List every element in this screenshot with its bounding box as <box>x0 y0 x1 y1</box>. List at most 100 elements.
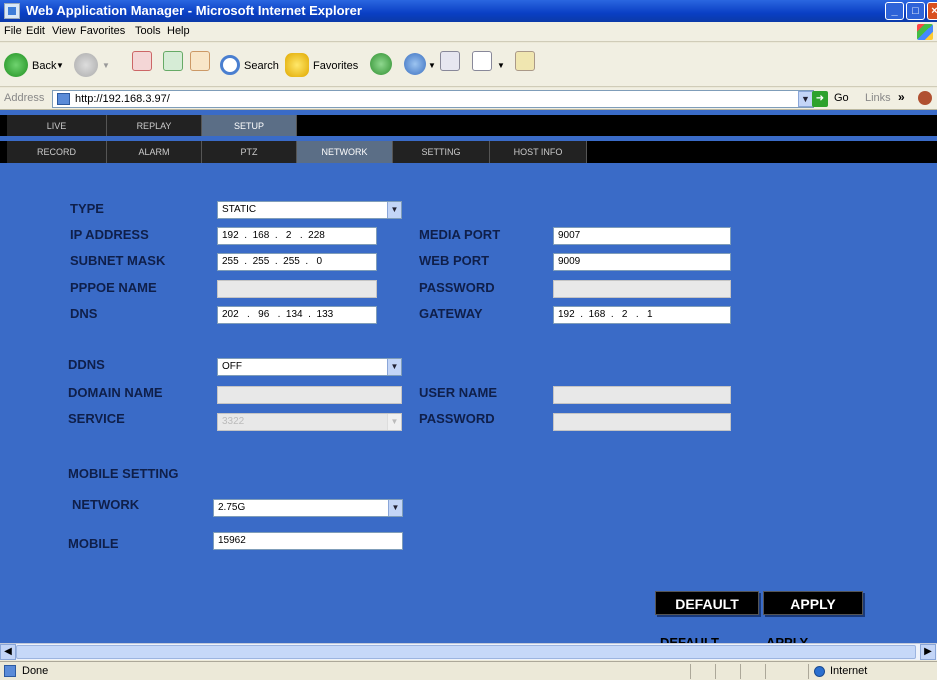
address-label: Address <box>4 92 45 104</box>
menu-tools[interactable]: Tools <box>135 25 161 37</box>
address-input[interactable]: http://192.168.3.97/ ▼ <box>52 90 814 108</box>
pppoe-name-input[interactable] <box>217 280 377 298</box>
tab-setting[interactable]: SETTING <box>393 141 490 163</box>
favorites-button[interactable]: Favorites <box>285 49 375 79</box>
address-url: http://192.168.3.97/ <box>75 93 170 105</box>
tab-alarm[interactable]: ALARM <box>107 141 202 163</box>
status-text: Done <box>22 665 49 677</box>
tab-network[interactable]: NETWORK <box>297 141 393 163</box>
mobile-input[interactable]: 15962 <box>213 532 403 550</box>
status-divider <box>690 664 691 679</box>
mobile-network-label: NETWORK <box>72 497 140 512</box>
type-label: TYPE <box>70 201 104 216</box>
print-icon[interactable] <box>440 51 460 71</box>
user-name-label: USER NAME <box>419 385 498 400</box>
mail-icon[interactable] <box>404 53 426 75</box>
edit-dropdown-icon[interactable]: ▼ <box>497 61 505 70</box>
scroll-left-icon[interactable]: ◀ <box>0 644 16 660</box>
home-icon[interactable] <box>190 51 210 71</box>
service-select[interactable]: 3322 ▼ <box>217 413 402 431</box>
apply-button[interactable]: APPLY <box>763 591 863 615</box>
back-button[interactable]: Back ▼ <box>4 49 68 79</box>
default-button[interactable]: DEFAULT <box>655 591 759 615</box>
stop-icon[interactable] <box>132 51 152 71</box>
subnet-mask-label: SUBNET MASK <box>70 253 166 268</box>
ddns-password-input[interactable] <box>553 413 731 431</box>
mobile-label: MOBILE <box>68 536 119 551</box>
dns-input[interactable]: 202 . 96 . 134 . 133 <box>217 306 377 324</box>
status-bar: Done Internet <box>0 661 937 680</box>
scroll-thumb[interactable] <box>16 645 916 659</box>
search-button[interactable]: Search <box>220 49 279 79</box>
window-title: Web Application Manager - Microsoft Inte… <box>26 3 362 18</box>
edit-icon[interactable] <box>472 51 492 71</box>
close-button[interactable]: × <box>927 2 937 20</box>
mobile-setting-heading: MOBILE SETTING <box>68 466 179 481</box>
default-shadow-text: DEFAULT <box>660 635 719 643</box>
user-name-input[interactable] <box>553 386 731 404</box>
password-label: PASSWORD <box>419 280 495 295</box>
sub-nav: RECORD ALARM PTZ NETWORK SETTING HOST IN… <box>0 141 937 163</box>
menu-view[interactable]: View <box>52 25 76 37</box>
messenger-icon[interactable] <box>515 51 535 71</box>
subnet-mask-input[interactable]: 255 . 255 . 255 . 0 <box>217 253 377 271</box>
tab-host-info[interactable]: HOST INFO <box>490 141 587 163</box>
minimize-button[interactable]: _ <box>885 2 904 20</box>
menu-edit[interactable]: Edit <box>26 25 45 37</box>
go-arrow-icon[interactable]: ➜ <box>812 91 828 107</box>
status-divider <box>808 664 809 679</box>
internet-globe-icon <box>814 666 825 677</box>
tab-live[interactable]: LIVE <box>7 115 107 136</box>
ip-address-input[interactable]: 192 . 168 . 2 . 228 <box>217 227 377 245</box>
app-icon <box>4 3 20 19</box>
mobile-network-select[interactable]: 2.75G ▼ <box>213 499 403 517</box>
mail-dropdown-icon[interactable]: ▼ <box>428 61 436 70</box>
apply-shadow-text: APPLY <box>766 635 809 643</box>
tab-replay[interactable]: REPLAY <box>107 115 202 136</box>
toolbar-extra-icon[interactable] <box>918 91 932 105</box>
title-bar: Web Application Manager - Microsoft Inte… <box>0 0 937 22</box>
horizontal-scrollbar[interactable]: ◀ ▶ <box>0 643 937 660</box>
page-icon <box>4 665 16 677</box>
ddns-select[interactable]: OFF ▼ <box>217 358 402 376</box>
type-select[interactable]: STATIC ▼ <box>217 201 402 219</box>
web-port-input[interactable]: 9009 <box>553 253 731 271</box>
maximize-button[interactable]: □ <box>906 2 925 20</box>
history-icon[interactable] <box>370 53 392 75</box>
page-icon <box>57 93 70 105</box>
media-port-input[interactable]: 9007 <box>553 227 731 245</box>
tab-ptz[interactable]: PTZ <box>202 141 297 163</box>
domain-name-input[interactable] <box>217 386 402 404</box>
chevron-down-icon: ▼ <box>387 359 401 375</box>
ddns-label: DDNS <box>68 357 105 372</box>
menu-favorites[interactable]: Favorites <box>80 25 125 37</box>
service-label: SERVICE <box>68 411 125 426</box>
forward-dropdown-icon[interactable]: ▼ <box>102 61 110 70</box>
pppoe-name-label: PPPOE NAME <box>70 280 157 295</box>
address-dropdown-icon[interactable]: ▼ <box>798 91 813 107</box>
status-divider <box>740 664 741 679</box>
tab-record[interactable]: RECORD <box>7 141 107 163</box>
menu-file[interactable]: File <box>4 25 22 37</box>
chevron-down-icon: ▼ <box>387 202 401 218</box>
links-label[interactable]: Links <box>865 92 891 104</box>
chevron-down-icon: ▼ <box>387 414 401 430</box>
windows-logo-icon <box>917 24 933 40</box>
back-arrow-icon <box>4 53 28 77</box>
tab-setup[interactable]: SETUP <box>202 115 297 136</box>
chevron-icon[interactable]: » <box>898 90 905 104</box>
forward-button[interactable]: ▼ <box>74 49 114 79</box>
forward-arrow-icon <box>74 53 98 77</box>
menu-bar: File Edit View Favorites Tools Help <box>0 22 937 42</box>
status-divider <box>715 664 716 679</box>
gateway-input[interactable]: 192 . 168 . 2 . 1 <box>553 306 731 324</box>
back-dropdown-icon[interactable]: ▼ <box>56 61 64 70</box>
scroll-right-icon[interactable]: ▶ <box>920 644 936 660</box>
menu-help[interactable]: Help <box>167 25 190 37</box>
refresh-icon[interactable] <box>163 51 183 71</box>
gateway-label: GATEWAY <box>419 306 483 321</box>
address-bar: Address http://192.168.3.97/ ▼ ➜ Go Link… <box>0 88 937 110</box>
media-port-label: MEDIA PORT <box>419 227 501 242</box>
go-button[interactable]: Go <box>834 92 849 104</box>
password-input[interactable] <box>553 280 731 298</box>
